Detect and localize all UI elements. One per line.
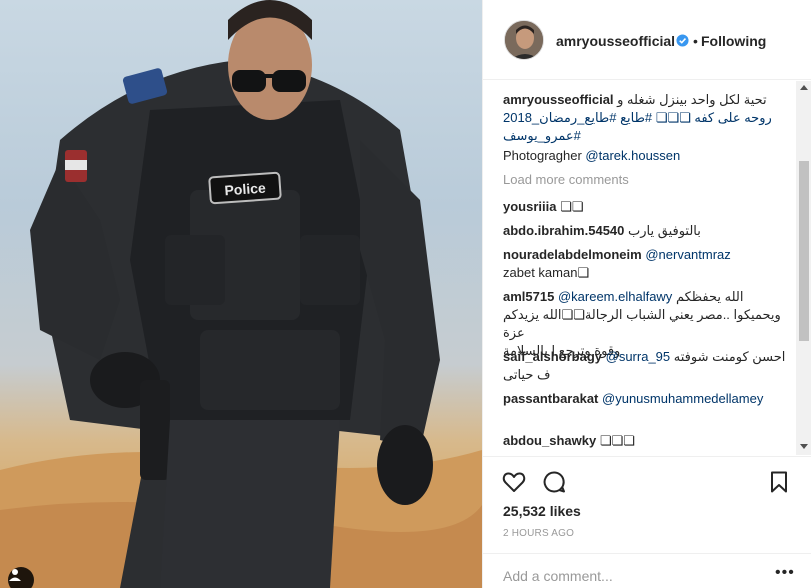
- comment-username[interactable]: yousriiia: [503, 199, 556, 214]
- post-header: amryousseofficial • Following: [483, 0, 811, 80]
- user-tag-icon[interactable]: [8, 567, 34, 588]
- caption-hashtags[interactable]: روحه على كفه ❏❏❏ #طايع #طايع_رمضان_2018: [503, 110, 772, 125]
- comment-mention[interactable]: @kareem.elhalfawy: [558, 289, 672, 304]
- post-photo[interactable]: Police: [0, 0, 482, 588]
- post-timestamp: 2 HOURS AGO: [503, 528, 575, 539]
- comments-list: amryousseofficial تحية لكل واحد بينزل شغ…: [483, 81, 811, 455]
- scroll-down-arrow-icon[interactable]: [800, 444, 808, 449]
- caption-hashtag-amr[interactable]: #عمرو_يوسف: [503, 128, 581, 143]
- caption-credit: Photogragher @tarek.houssen: [503, 147, 795, 165]
- caption-username[interactable]: amryousseofficial: [503, 92, 614, 107]
- load-more-comments-button[interactable]: Load more comments: [503, 172, 629, 187]
- comment-username[interactable]: passantbarakat: [503, 391, 598, 406]
- comment-item: abdo.ibrahim.54540 بالتوفيق يارب: [503, 222, 795, 240]
- comment-text: ❏❏❏: [599, 433, 635, 448]
- comment-username[interactable]: aml5715: [503, 289, 554, 304]
- comment-mention[interactable]: @yunusmuhammedellamey: [602, 391, 763, 406]
- comment-username[interactable]: saif_alshorbagy: [503, 349, 602, 364]
- caption-text-line1: تحية لكل واحد بينزل شغله و: [617, 92, 767, 107]
- comments-scrollbar[interactable]: [796, 81, 811, 455]
- avatar[interactable]: [504, 20, 544, 60]
- comment-item: nouradelabdelmoneim @nervantmraz zabet k…: [503, 246, 795, 282]
- header-username[interactable]: amryousseofficial: [556, 33, 675, 49]
- photographer-label: Photogragher: [503, 148, 582, 163]
- comment-item: passantbarakat @yunusmuhammedellamey: [503, 390, 795, 408]
- comment-mention[interactable]: @nervantmraz: [645, 247, 730, 262]
- comment-item: saif_alshorbagy @surra_95 احسن كومنت شوف…: [503, 348, 795, 384]
- comment-username[interactable]: abdo.ibrahim.54540: [503, 223, 624, 238]
- comment-username[interactable]: nouradelabdelmoneim: [503, 247, 642, 262]
- scroll-thumb[interactable]: [799, 161, 809, 341]
- scroll-up-arrow-icon[interactable]: [800, 85, 808, 90]
- caption: amryousseofficial تحية لكل واحد بينزل شغ…: [503, 91, 795, 165]
- heart-icon[interactable]: [501, 469, 527, 495]
- comment-item: yousriiia ❏❏: [503, 198, 795, 216]
- comment-text: ❏❏: [560, 199, 584, 214]
- caption-text-line2: روحه على كفه ❏❏❏ #طايع #طايع_رمضان_2018: [503, 109, 795, 127]
- comment-icon[interactable]: [541, 469, 567, 495]
- comment-text-line2: ف حياتى: [503, 367, 551, 382]
- comment-text: zabet kaman❏: [503, 265, 590, 280]
- comment-text: بالتوفيق يارب: [628, 223, 701, 238]
- comment-mention[interactable]: @surra_95: [606, 349, 671, 364]
- add-comment-bar: •••: [483, 553, 811, 588]
- post-side-panel: amryousseofficial • Following amryousseo…: [482, 0, 811, 588]
- bookmark-icon[interactable]: [766, 469, 792, 495]
- verified-badge-icon: [676, 34, 689, 47]
- photographer-link[interactable]: @tarek.houssen: [585, 148, 680, 163]
- likes-count[interactable]: 25,532 likes: [503, 503, 581, 519]
- comment-username[interactable]: abdou_shawky: [503, 433, 596, 448]
- comment-text-line2: ويحميكوا ..مصر يعني الشباب الرجالة❏❏الله…: [503, 307, 781, 340]
- caption-text-line3: #عمرو_يوسف: [503, 127, 795, 145]
- header-separator: •: [693, 33, 698, 49]
- police-patch-text: Police: [224, 180, 266, 199]
- more-options-icon[interactable]: •••: [775, 564, 795, 582]
- add-comment-input[interactable]: [503, 566, 763, 586]
- following-button[interactable]: Following: [701, 33, 766, 49]
- comment-text: الله يحفظكم: [675, 289, 744, 304]
- comment-item: abdou_shawky ❏❏❏: [503, 432, 795, 450]
- photo-illustration: Police: [0, 0, 482, 588]
- comment-text: احسن كومنت شوفته: [673, 349, 786, 364]
- post-actions: [483, 456, 811, 506]
